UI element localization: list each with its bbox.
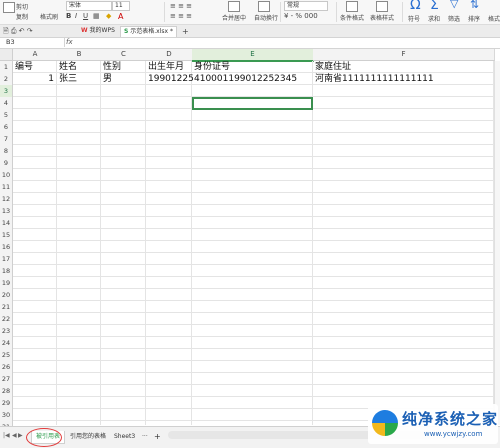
table-style-icon[interactable] [376,1,388,12]
italic-icon[interactable]: I [75,12,77,20]
add-sheet-button[interactable]: + [150,431,165,443]
sum-button[interactable]: 求和 [428,14,440,23]
bold-icon[interactable]: B [66,12,71,20]
first-sheet-icon[interactable]: |◀ [3,432,10,439]
next-sheet-icon[interactable]: ▶ [18,432,23,439]
selected-cell-e3[interactable] [192,97,313,110]
conditional-format-icon[interactable] [346,1,358,12]
symbol-button[interactable]: 符号 [408,14,420,23]
sort-button[interactable]: 排序 [468,14,480,23]
cell-d2[interactable]: 19901225 [148,72,194,84]
filter-icon[interactable]: ▽ [450,0,458,10]
tab-my-wps[interactable]: W 我的WPS [78,26,118,36]
tab-workbook-label: 示范表格.xlsx * [130,28,173,35]
sum-icon[interactable]: Σ [430,0,439,13]
fx-icon[interactable]: fx [66,38,73,47]
grid-line [145,61,146,425]
font-size-select[interactable]: 11 [112,1,130,11]
cell-b1[interactable]: 姓名 [59,60,98,72]
cell-a2[interactable]: 1 [15,72,54,84]
vertical-scrollbar[interactable] [494,61,500,425]
formula-bar: B3 fx [0,38,500,49]
tab-workbook[interactable]: S 示范表格.xlsx * [120,26,177,37]
merge-center-button[interactable]: 合并居中 [222,13,246,22]
cell-grid[interactable] [13,61,500,425]
align-icons[interactable]: ≡ ≡ ≡ [170,2,192,10]
brand-logo-icon [372,410,398,436]
sheet-tab-2[interactable]: 引用您的表格 [66,431,110,443]
format-button[interactable]: 格式 [488,14,500,23]
number-format-select[interactable]: 常规 [284,1,328,11]
ribbon-toolbar: 剪切 复制 格式刷 宋体 11 B I U ▦ ◆ A ≡ ≡ ≡ ≡ ≡ ≡ … [0,0,500,25]
underline-icon[interactable]: U [83,12,88,20]
watermark-title: 纯净系统之家 [402,410,499,428]
cell-e2[interactable]: 410001199012252345 [194,72,310,84]
font-name-select[interactable]: 宋体 [66,1,112,11]
cell-c1[interactable]: 性别 [103,60,143,72]
new-tab-icon[interactable]: + [182,27,189,36]
grid-line [191,61,192,425]
cell-a1[interactable]: 编号 [15,60,54,72]
name-box[interactable]: B3 [2,38,65,47]
border-icon[interactable]: ▦ [93,12,100,20]
sort-icon[interactable]: ⇅ [470,0,479,11]
tab-my-wps-label: 我的WPS [89,27,115,34]
select-all-corner[interactable] [0,49,13,61]
highlight-ring [26,428,62,447]
cell-f2[interactable]: 河南省1111111111111111 [315,72,491,84]
cell-b2[interactable]: 张三 [59,72,98,84]
wps-logo-icon: W [81,27,88,34]
symbol-icon[interactable]: Ω [410,0,421,13]
cut-button[interactable]: 剪切 [16,2,28,11]
cell-e1[interactable]: 身份证号 [194,60,310,72]
currency-icon[interactable]: ¥ - % 000 [284,12,318,20]
cell-d1[interactable]: 出生年月 [148,60,189,72]
grid-line [100,61,101,425]
watermark-url: www.ycwjzy.com [424,430,483,438]
filter-button[interactable]: 筛选 [448,14,460,23]
font-color-icon[interactable]: A [118,12,123,21]
align-icons-2[interactable]: ≡ ≡ ≡ [170,12,192,20]
copy-button[interactable]: 复制 [16,12,28,21]
grid-line [56,61,57,425]
paste-icon[interactable] [3,2,15,13]
wrap-icon[interactable] [258,1,270,12]
quick-access-icons[interactable]: 🗎 ⎙ ↶ ↷ [3,27,33,38]
sheet-file-icon: S [124,28,129,35]
prev-sheet-icon[interactable]: ◀ [12,432,17,439]
format-painter-button[interactable]: 格式刷 [40,12,58,21]
grid-line [312,61,313,425]
sheet-tab-3[interactable]: Sheet3 [110,431,139,443]
watermark-badge: 纯净系统之家 www.ycwjzy.com [368,404,498,444]
cell-c2[interactable]: 男 [103,72,143,84]
conditional-format-button[interactable]: 条件格式 [340,13,364,22]
table-style-button[interactable]: 表格样式 [370,13,394,22]
wrap-text-button[interactable]: 自动换行 [254,13,278,22]
fill-color-icon[interactable]: ◆ [106,12,111,20]
merge-icon[interactable] [228,1,240,12]
cell-f1[interactable]: 家庭住址 [315,60,491,72]
document-tab-bar: 🗎 ⎙ ↶ ↷ W 我的WPS S 示范表格.xlsx * + [0,25,500,38]
